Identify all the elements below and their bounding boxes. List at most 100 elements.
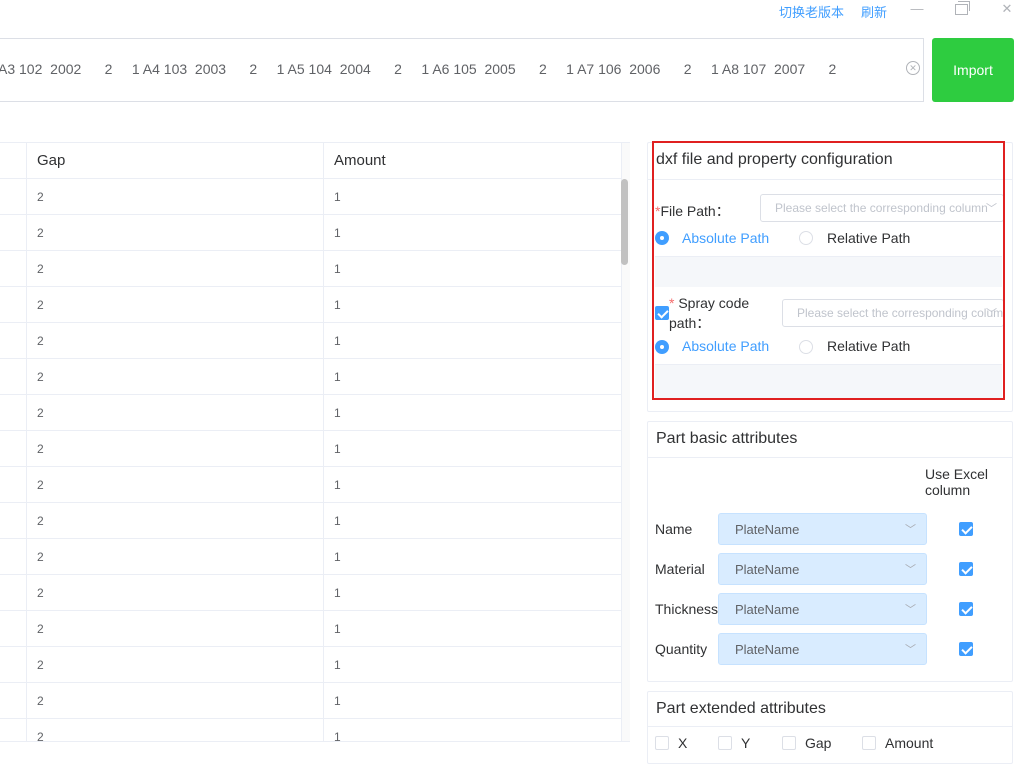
chevron-down-icon: ﹀ <box>986 203 997 215</box>
cell-gap: 2 <box>37 370 44 384</box>
spray-absolute-label[interactable]: Absolute Path <box>682 338 769 354</box>
cell-gap: 2 <box>37 334 44 348</box>
file-path-absolute-radio[interactable] <box>655 231 669 245</box>
dxf-panel-title: dxf file and property configuration <box>656 151 893 168</box>
clear-input-icon[interactable]: ✕ <box>906 61 920 75</box>
column-header-gap[interactable]: Gap <box>37 152 65 169</box>
thickness-column-select[interactable]: PlateName ﹀ <box>718 593 927 625</box>
switch-old-version-link[interactable]: 切换老版本 <box>779 2 844 21</box>
import-button[interactable]: Import <box>932 38 1014 102</box>
cell-gap: 2 <box>37 730 44 742</box>
chevron-down-icon: ﹀ <box>905 644 916 656</box>
table-row[interactable]: 21 <box>0 359 621 395</box>
table-row[interactable]: 21 <box>0 431 621 467</box>
table-row[interactable]: 21 <box>0 395 621 431</box>
cell-amount: 1 <box>334 478 341 492</box>
cell-gap: 2 <box>37 478 44 492</box>
extended-option-label[interactable]: Amount <box>885 735 933 751</box>
chevron-down-icon: ﹀ <box>905 564 916 576</box>
table-row[interactable]: 21 <box>0 215 621 251</box>
cell-gap: 2 <box>37 298 44 312</box>
file-path-absolute-label[interactable]: Absolute Path <box>682 230 769 246</box>
spray-code-placeholder: Please select the corresponding column <box>797 306 1004 320</box>
thickness-label: Thickness <box>655 601 719 617</box>
quantity-label: Quantity <box>655 641 708 657</box>
cell-gap: 2 <box>37 658 44 672</box>
cell-amount: 1 <box>334 586 341 600</box>
spray-relative-label[interactable]: Relative Path <box>827 338 910 354</box>
material-use-excel-checkbox[interactable] <box>959 562 973 576</box>
table-row[interactable]: 21 <box>0 683 621 719</box>
cell-amount: 1 <box>334 334 341 348</box>
maximize-icon[interactable] <box>951 0 971 18</box>
spray-absolute-radio[interactable] <box>655 340 669 354</box>
table-row[interactable]: 21 <box>0 251 621 287</box>
table-row[interactable]: 21 <box>0 647 621 683</box>
spray-code-enable-checkbox[interactable] <box>655 306 669 320</box>
close-icon[interactable]: ✕ <box>997 0 1017 18</box>
cell-amount: 1 <box>334 514 341 528</box>
table-row[interactable]: 21 <box>0 503 621 539</box>
spray-code-label-line2: path： <box>669 315 711 331</box>
table-scrollbar-thumb[interactable] <box>621 179 628 265</box>
refresh-link[interactable]: 刷新 <box>861 2 887 21</box>
name-column-select[interactable]: PlateName ﹀ <box>718 513 927 545</box>
thickness-use-excel-checkbox[interactable] <box>959 602 973 616</box>
material-label: Material <box>655 561 705 577</box>
column-header-amount[interactable]: Amount <box>334 152 386 169</box>
extended-attributes-panel: Part extended attributes <box>647 691 1013 764</box>
table-row[interactable]: 21 <box>0 575 621 611</box>
table-row[interactable]: 21 <box>0 287 621 323</box>
title-bar: 切换老版本 刷新 — ✕ <box>0 0 1019 22</box>
name-use-excel-checkbox[interactable] <box>959 522 973 536</box>
data-table: Gap Amount 21212121212121212121212121212… <box>0 142 630 742</box>
paste-data-text: A3 102 2002 2 1 A4 103 2003 2 1 A5 104 2… <box>0 61 837 77</box>
table-row[interactable]: 21 <box>0 179 621 215</box>
thickness-select-value: PlateName <box>735 602 800 617</box>
use-excel-header: Use Excel <box>925 466 989 482</box>
table-row[interactable]: 21 <box>0 323 621 359</box>
table-header: Gap Amount <box>0 143 621 179</box>
cell-amount: 1 <box>334 226 341 240</box>
file-path-relative-radio[interactable] <box>799 231 813 245</box>
cell-gap: 2 <box>37 586 44 600</box>
extended-option-checkbox[interactable] <box>718 736 732 750</box>
cell-gap: 2 <box>37 262 44 276</box>
cell-amount: 1 <box>334 190 341 204</box>
quantity-column-select[interactable]: PlateName ﹀ <box>718 633 927 665</box>
chevron-down-icon: ﹀ <box>986 308 997 320</box>
minimize-icon[interactable]: — <box>907 0 927 18</box>
extended-option-checkbox[interactable] <box>782 736 796 750</box>
table-row[interactable]: 21 <box>0 539 621 575</box>
extended-option-label[interactable]: Gap <box>805 735 831 751</box>
cell-amount: 1 <box>334 658 341 672</box>
file-path-placeholder: Please select the corresponding column <box>775 201 988 215</box>
quantity-use-excel-checkbox[interactable] <box>959 642 973 656</box>
table-row[interactable]: 21 <box>0 719 621 742</box>
file-path-select[interactable]: Please select the corresponding column ﹀ <box>760 194 1004 222</box>
spray-relative-radio[interactable] <box>799 340 813 354</box>
extended-option-label[interactable]: X <box>678 735 687 751</box>
cell-amount: 1 <box>334 730 341 742</box>
cell-amount: 1 <box>334 550 341 564</box>
cell-gap: 2 <box>37 442 44 456</box>
quantity-select-value: PlateName <box>735 642 800 657</box>
cell-amount: 1 <box>334 622 341 636</box>
spray-code-path-select[interactable]: Please select the corresponding column ﹀ <box>782 299 1004 327</box>
cell-gap: 2 <box>37 190 44 204</box>
divider <box>648 179 1012 180</box>
extended-panel-title: Part extended attributes <box>656 700 826 717</box>
table-row[interactable]: 21 <box>0 467 621 503</box>
file-path-label: *File Path： <box>655 203 730 219</box>
divider <box>648 457 1012 458</box>
chevron-down-icon: ﹀ <box>905 604 916 616</box>
extended-option-checkbox[interactable] <box>862 736 876 750</box>
extended-option-label[interactable]: Y <box>741 735 750 751</box>
file-path-relative-label[interactable]: Relative Path <box>827 230 910 246</box>
material-column-select[interactable]: PlateName ﹀ <box>718 553 927 585</box>
paste-data-input[interactable]: A3 102 2002 2 1 A4 103 2003 2 1 A5 104 2… <box>0 38 924 102</box>
name-select-value: PlateName <box>735 522 800 537</box>
chevron-down-icon: ﹀ <box>905 524 916 536</box>
table-row[interactable]: 21 <box>0 611 621 647</box>
extended-option-checkbox[interactable] <box>655 736 669 750</box>
